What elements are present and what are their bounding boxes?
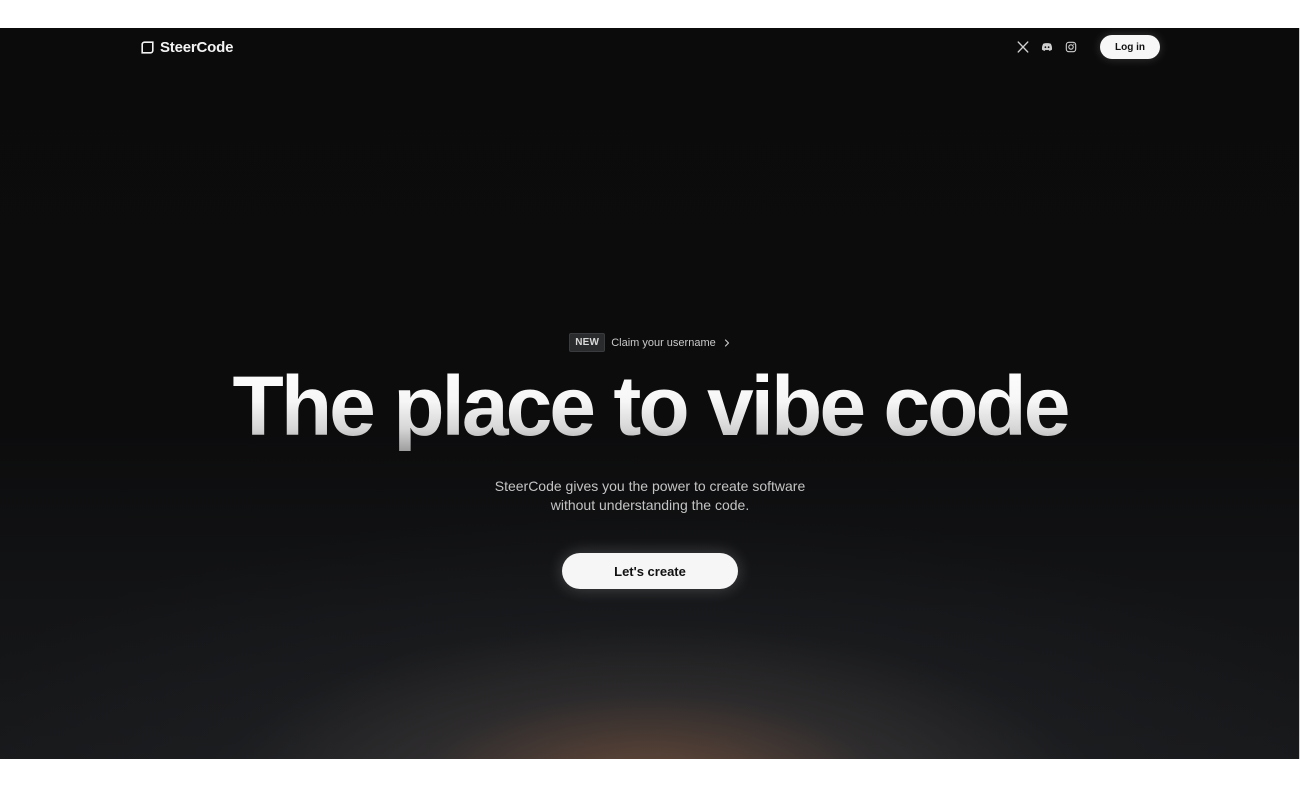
hero-subtitle-line-2: without understanding the code.: [550, 497, 750, 513]
discord-icon: [1041, 43, 1053, 51]
header-actions: Log in: [1011, 35, 1160, 59]
chevron-right-icon: [724, 338, 729, 347]
new-badge: NEW: [569, 333, 606, 352]
x-social-link[interactable]: [1011, 35, 1035, 59]
x-icon: [1017, 41, 1029, 53]
steercode-logo-icon: [141, 41, 154, 54]
announcement-text: Claim your username: [611, 336, 716, 349]
hero-subtitle-line-1: SteerCode gives you the power to create …: [494, 478, 806, 494]
hero-headline: The place to vibe code: [0, 361, 1300, 451]
login-button[interactable]: Log in: [1100, 35, 1160, 59]
brand-logo-link[interactable]: SteerCode: [141, 39, 233, 56]
instagram-social-link[interactable]: [1059, 35, 1083, 59]
discord-social-link[interactable]: [1035, 35, 1059, 59]
announcement-link[interactable]: NEW Claim your username: [0, 333, 1300, 352]
page-frame: SteerCode Log in NEW Claim your username…: [0, 28, 1300, 759]
brand-name: SteerCode: [160, 39, 234, 56]
instagram-icon: [1065, 41, 1077, 53]
lets-create-button[interactable]: Let's create: [562, 553, 738, 589]
hero-subtitle: SteerCode gives you the power to create …: [0, 477, 1300, 515]
